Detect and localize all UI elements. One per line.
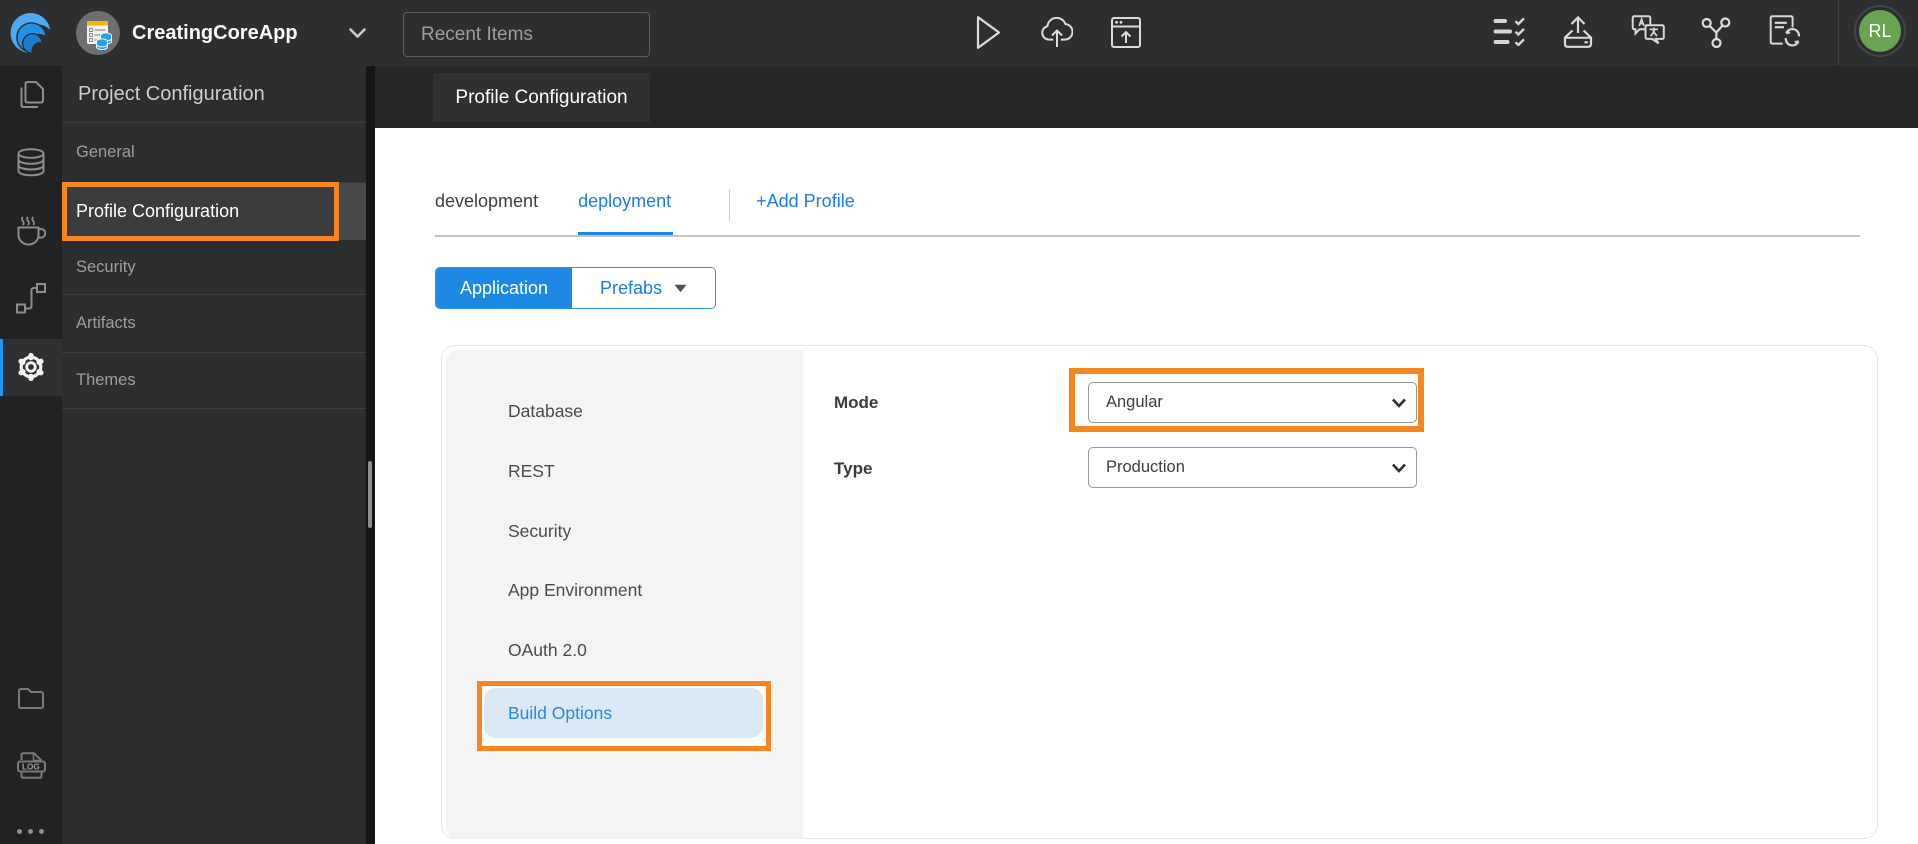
svg-text:LOG: LOG [22, 763, 40, 772]
